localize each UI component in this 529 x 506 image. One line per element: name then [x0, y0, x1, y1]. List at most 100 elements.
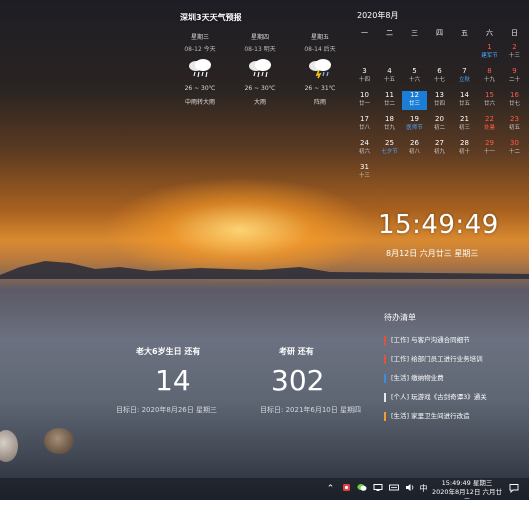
calendar-month-title[interactable]: 2020年8月 [357, 10, 398, 21]
keyboard-icon[interactable] [388, 483, 399, 496]
calendar-weekday: 日 [511, 29, 518, 37]
calendar-day-number: 23 [510, 115, 519, 123]
notification-icon[interactable] [508, 483, 519, 497]
calendar-day[interactable]: 24 初六 [352, 139, 377, 158]
countdown-birthday-label: 老大6岁生日 还有 [136, 347, 201, 356]
calendar-day[interactable]: 30 十二 [502, 139, 527, 158]
calendar-day-number: 25 [385, 139, 394, 147]
calendar-lunar-label: 廿八 [358, 125, 370, 131]
calendar-day-number: 17 [360, 115, 369, 123]
calendar-day[interactable]: 28 初十 [452, 139, 477, 158]
calendar-day[interactable]: 15 廿六 [477, 91, 502, 110]
calendar-day-number: 2 [512, 43, 517, 51]
calendar-day[interactable]: 5 十六 [402, 67, 427, 86]
calendar-lunar-label: 处暑 [483, 125, 495, 131]
todo-item[interactable]: [生活] 缴纳物业费 [384, 374, 444, 383]
calendar-day[interactable]: 16 廿七 [502, 91, 527, 110]
calendar-day[interactable]: 31 十三 [352, 163, 377, 182]
calendar-lunar-label: 初八 [408, 149, 420, 155]
calendar-lunar-label: 十一 [483, 149, 495, 155]
calendar-lunar-label: 廿九 [383, 125, 395, 131]
calendar-empty-cell [427, 43, 452, 62]
calendar-day[interactable]: 8 十九 [477, 67, 502, 86]
taskbar-date: 2020年8月12日 六月廿三 [431, 488, 502, 505]
volume-icon[interactable] [404, 483, 415, 496]
calendar-day[interactable]: 17 廿八 [352, 115, 377, 134]
calendar-day[interactable]: 20 初二 [427, 115, 452, 134]
calendar-day-number: 29 [485, 139, 494, 147]
calendar-day[interactable]: 1 建军节 [477, 43, 502, 62]
taskbar-clock[interactable]: 15:49:49 星期三 2020年8月12日 六月廿三 [431, 479, 503, 506]
calendar-day[interactable]: 22 处暑 [477, 115, 502, 134]
calendar-day-number: 3 [362, 67, 367, 75]
network-icon[interactable] [372, 483, 383, 496]
calendar-day-number: 22 [485, 115, 494, 123]
calendar-day[interactable]: 11 廿二 [377, 91, 402, 110]
calendar-empty-cell [352, 43, 377, 62]
weather-day: 星期三 08-12 今天 26 ~ 30℃ 中雨转大雨 [176, 32, 224, 106]
calendar-day[interactable]: 13 廿四 [427, 91, 452, 110]
calendar-day[interactable]: 4 十五 [377, 67, 402, 86]
weather-day: 星期五 08-14 后天 26 ~ 31℃ 阵雨 [296, 32, 344, 106]
taskbar-time: 15:49:49 星期三 [441, 479, 493, 487]
calendar-lunar-label: 十五 [383, 77, 395, 83]
calendar-day-number: 18 [385, 115, 394, 123]
calendar-day[interactable]: 9 二十 [502, 67, 527, 86]
calendar-day-number: 15 [485, 91, 494, 99]
calendar-weekday-header: 一二三四五六日 [352, 28, 528, 38]
wechat-icon[interactable] [356, 483, 367, 496]
calendar-day[interactable]: 21 初三 [452, 115, 477, 134]
chevron-up-icon[interactable]: ⌃ [325, 483, 336, 495]
weather-temperature: 26 ~ 30℃ [244, 85, 276, 92]
calendar-day[interactable]: 3 十四 [352, 67, 377, 86]
todo-item[interactable]: [工作] 给部门员工进行业务培训 [384, 355, 483, 364]
calendar-day[interactable]: 2 十三 [502, 43, 527, 62]
calendar-day-number: 11 [385, 91, 394, 99]
calendar-day[interactable]: 19 医师节 [402, 115, 427, 134]
calendar-lunar-label: 十三 [358, 173, 370, 179]
calendar-day-number: 19 [410, 115, 419, 123]
calendar-day[interactable]: 26 初八 [402, 139, 427, 158]
calendar-day[interactable]: 7 立秋 [452, 67, 477, 86]
weather-date: 08-13 明天 [244, 46, 276, 53]
app-tray-icon[interactable] [341, 483, 352, 496]
calendar-day[interactable]: 6 十七 [427, 67, 452, 86]
calendar-day[interactable]: 29 十一 [477, 139, 502, 158]
cloudy-rain-icon [236, 56, 284, 80]
weather-description: 阵雨 [313, 99, 326, 106]
calendar-day-selected[interactable]: 12 廿三 [402, 91, 427, 110]
calendar-day[interactable]: 10 廿一 [352, 91, 377, 110]
calendar-week-row: 10 廿一 11 廿二 12 廿三 13 廿四 14 廿五 15 廿六 16 廿七 [352, 91, 528, 110]
clock-time: 15:49:49 [378, 210, 499, 240]
calendar-lunar-label: 十七 [433, 77, 445, 83]
todo-title: 待办清单 [384, 313, 416, 322]
calendar-lunar-label: 七夕节 [381, 149, 398, 155]
calendar-day-number: 24 [360, 139, 369, 147]
countdown-exam-target: 目标日: 2021年6月10日 星期四 [260, 406, 361, 414]
calendar-day-number: 20 [435, 115, 444, 123]
calendar-lunar-label: 初九 [433, 149, 445, 155]
calendar-grid: 一 二 三 四 五 六 日 1 建军节 2 十三 3 十四 4 十五 5 十六 6 十七 7 立秋 8 十九 9 二十 10 廿一… [352, 28, 528, 182]
calendar-lunar-label: 初三 [458, 125, 470, 131]
calendar-day-number: 31 [360, 163, 369, 171]
ime-indicator[interactable]: 中 [418, 483, 429, 495]
calendar-lunar-label: 建军节 [481, 53, 498, 59]
calendar-lunar-label: 初六 [358, 149, 370, 155]
shell-right [44, 428, 74, 454]
calendar-day[interactable]: 23 初五 [502, 115, 527, 134]
calendar-day[interactable]: 14 廿五 [452, 91, 477, 110]
todo-item[interactable]: [生活] 家里卫生间进行改造 [384, 412, 470, 421]
todo-item[interactable]: [个人] 玩游戏《古剑奇谭3》通关 [384, 393, 487, 402]
calendar-day[interactable]: 18 廿九 [377, 115, 402, 134]
calendar-lunar-label: 十九 [483, 77, 495, 83]
calendar-day[interactable]: 27 初九 [427, 139, 452, 158]
calendar-weekday: 一 [361, 29, 368, 37]
calendar-day-number: 27 [435, 139, 444, 147]
calendar-day[interactable]: 25 七夕节 [377, 139, 402, 158]
calendar-day-number: 9 [512, 67, 517, 75]
calendar-lunar-label: 廿二 [383, 101, 395, 107]
calendar-day-number: 14 [460, 91, 469, 99]
todo-item[interactable]: [工作] 与客户沟通合同细节 [384, 336, 470, 345]
calendar-day-number: 26 [410, 139, 419, 147]
calendar-day-number: 12 [410, 91, 419, 99]
